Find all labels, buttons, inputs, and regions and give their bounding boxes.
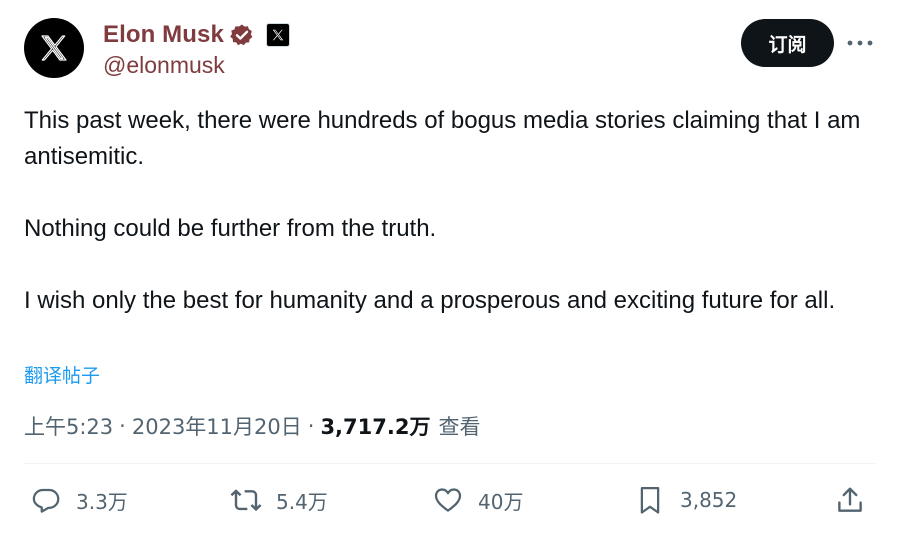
subscribe-button[interactable]: 订阅 — [741, 19, 834, 67]
reply-button[interactable]: 3.3万 — [30, 478, 128, 522]
tweet-paragraph: This past week, there were hundreds of b… — [24, 107, 861, 170]
tweet-time[interactable]: 上午5:23 — [24, 411, 113, 441]
action-bar: 3.3万 5.4万 40万 3,852 — [24, 478, 875, 522]
translate-post-link[interactable]: 翻译帖子 — [24, 361, 100, 388]
like-button[interactable]: 40万 — [432, 478, 523, 522]
tweet-paragraph: I wish only the best for humanity and a … — [24, 287, 836, 314]
author-handle[interactable]: @elonmusk — [103, 52, 290, 79]
more-icon — [847, 40, 873, 46]
tweet-paragraph: Nothing could be further from the truth. — [24, 215, 437, 242]
bookmark-icon — [634, 484, 666, 516]
author-display-name[interactable]: Elon Musk — [103, 21, 224, 49]
more-options-button[interactable] — [844, 27, 876, 59]
repost-icon — [230, 484, 262, 516]
meta-separator: · — [119, 414, 126, 438]
tweet-text: This past week, there were hundreds of b… — [24, 103, 879, 319]
views-count[interactable]: 3,717.2万 — [320, 411, 430, 441]
divider — [24, 463, 875, 464]
x-affiliate-icon[interactable] — [265, 23, 290, 47]
share-button[interactable] — [834, 478, 866, 522]
reply-icon — [30, 484, 62, 516]
share-icon — [834, 484, 866, 516]
views-label[interactable]: 查看 — [438, 411, 480, 441]
verified-badge-icon[interactable] — [230, 23, 254, 47]
like-count: 40万 — [478, 489, 524, 514]
author-info: Elon Musk @elonmusk — [103, 20, 290, 79]
heart-icon — [432, 484, 464, 516]
meta-separator: · — [307, 414, 315, 438]
bookmark-count: 3,852 — [680, 488, 738, 512]
x-logo-icon — [41, 35, 67, 61]
reply-count: 3.3万 — [76, 489, 128, 514]
avatar[interactable] — [24, 18, 84, 78]
tweet-meta: 上午5:23 · 2023年11月20日 · 3,717.2万 查看 — [24, 411, 480, 441]
repost-count: 5.4万 — [276, 489, 328, 514]
tweet-header: Elon Musk @elonmusk 订阅 — [24, 18, 875, 78]
tweet-date[interactable]: 2023年11月20日 — [132, 411, 302, 441]
bookmark-button[interactable]: 3,852 — [634, 478, 737, 522]
repost-button[interactable]: 5.4万 — [230, 478, 328, 522]
